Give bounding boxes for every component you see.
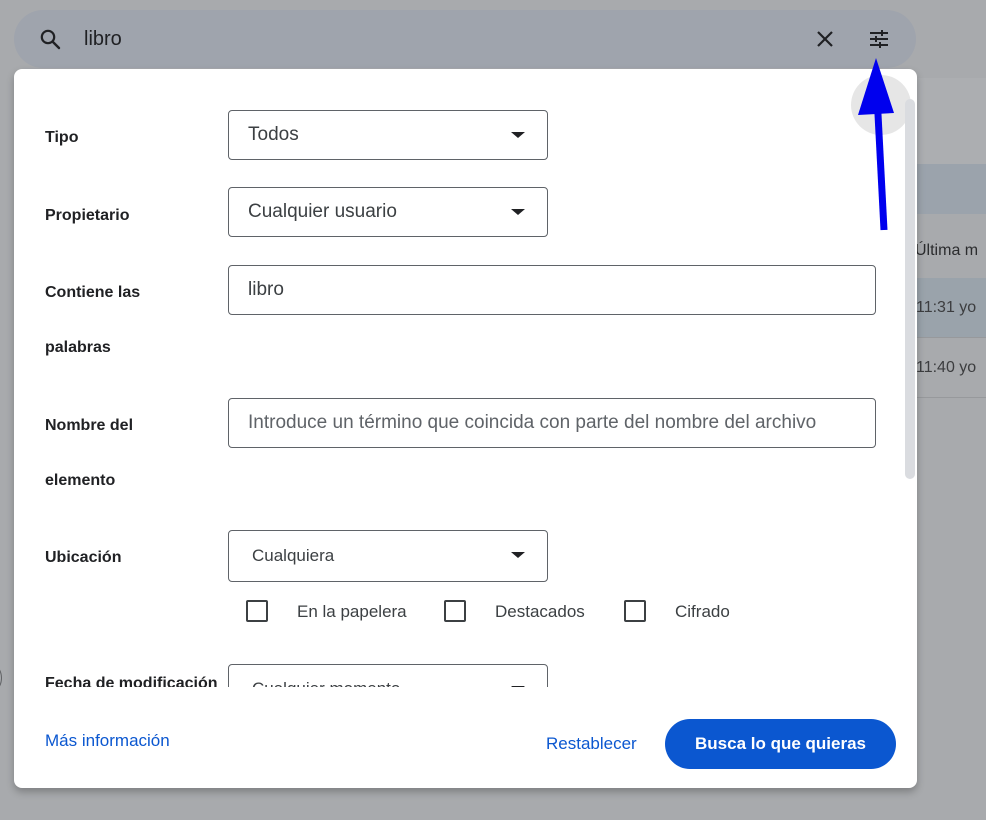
location-select[interactable]: Cualquiera xyxy=(228,530,548,582)
encrypted-checkbox-label[interactable]: Cifrado xyxy=(675,602,730,622)
dialog-scrollbar[interactable] xyxy=(905,99,915,479)
type-label: Tipo xyxy=(45,129,79,146)
owner-select-value: Cualquier usuario xyxy=(248,201,397,222)
trash-checkbox-label[interactable]: En la papelera xyxy=(297,602,407,622)
search-button[interactable]: Busca lo que quieras xyxy=(665,719,896,769)
trash-checkbox[interactable] xyxy=(246,600,268,622)
file-row-time: 11:31 yo xyxy=(916,299,977,316)
background-avatar xyxy=(0,660,2,696)
search-query[interactable]: libro xyxy=(84,27,122,51)
encrypted-checkbox[interactable] xyxy=(624,600,646,622)
starred-checkbox-label[interactable]: Destacados xyxy=(495,602,585,622)
reset-button[interactable]: Restablecer xyxy=(534,721,649,767)
contains-words-label: Contiene las palabras xyxy=(45,284,141,356)
date-modified-select[interactable]: Cualquier momento xyxy=(228,664,548,687)
type-select[interactable]: Todos xyxy=(228,110,548,160)
location-select-value: Cualquiera xyxy=(252,546,335,565)
starred-checkbox[interactable] xyxy=(444,600,466,622)
more-info-link[interactable]: Más información xyxy=(45,731,170,751)
file-row-time: 11:40 yo xyxy=(916,359,977,376)
chevron-down-icon xyxy=(511,686,525,687)
tune-icon[interactable] xyxy=(867,27,891,51)
advanced-search-dialog: Tipo Todos Propietario Cualquier usuario… xyxy=(14,69,917,788)
file-row: 11:40 yo xyxy=(914,338,986,398)
column-header-last-modified: Última m xyxy=(915,242,979,259)
background-toolbar xyxy=(916,78,986,164)
type-select-value: Todos xyxy=(248,124,299,145)
file-row: 11:31 yo xyxy=(914,278,986,338)
contains-words-field[interactable] xyxy=(228,265,876,315)
search-bar[interactable]: libro xyxy=(14,10,916,68)
chevron-down-icon xyxy=(511,132,525,138)
filters-scroll-area: Tipo Todos Propietario Cualquier usuario… xyxy=(14,69,917,687)
date-modified-label: Fecha de modificación xyxy=(45,675,218,687)
owner-label: Propietario xyxy=(45,207,130,224)
date-modified-select-value: Cualquier momento xyxy=(252,665,400,687)
close-icon[interactable] xyxy=(813,27,837,51)
chevron-down-icon xyxy=(511,209,525,215)
chevron-down-icon xyxy=(511,552,525,558)
search-icon[interactable] xyxy=(38,27,62,51)
owner-select[interactable]: Cualquier usuario xyxy=(228,187,548,237)
item-name-label: Nombre del elemento xyxy=(45,417,134,489)
item-name-field[interactable] xyxy=(228,398,876,448)
background-selection-bar xyxy=(916,164,986,214)
location-label: Ubicación xyxy=(45,549,122,566)
